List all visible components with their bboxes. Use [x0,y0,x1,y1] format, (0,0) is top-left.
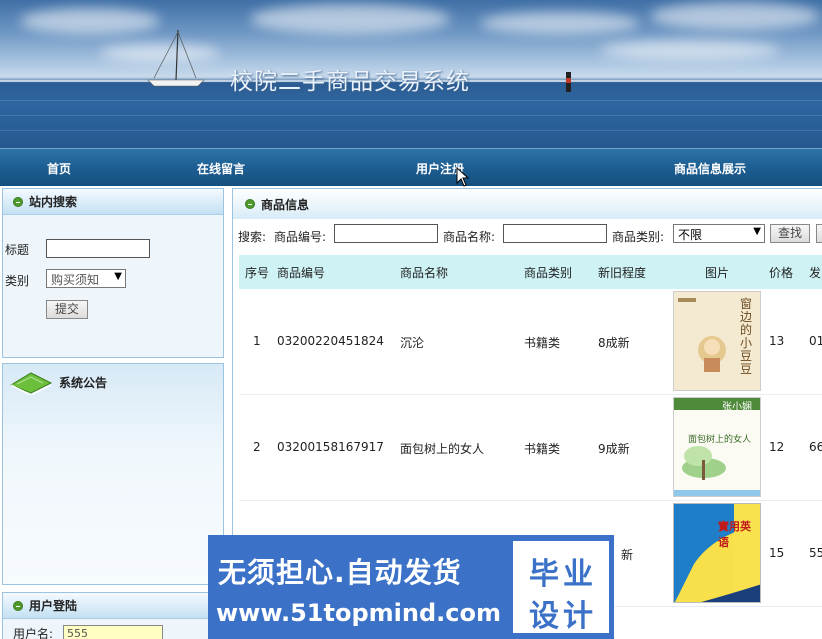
site-title: 校院二手商品交易系统 [230,69,470,95]
main-nav: 首页 在线留言 用户注册 商品信息展示 [0,148,822,186]
category-selected-value: 购买须知 [51,273,100,287]
user-login-header: 用户登陆 [3,593,223,619]
col-condition: 新旧程度 [598,266,647,280]
cell-condition: 8成新 [598,336,630,350]
username-label: 用户名: [13,627,54,639]
cell-index: 1 [253,334,261,348]
name-input[interactable] [503,224,607,243]
table-row[interactable]: 2 03200158167917 面包树上的女人 书籍类 9成新 张小娴 面包树… [239,395,822,501]
product-search-bar: 搜索: 商品编号: 商品名称: 商品类别: 不限 ▼ 查找 [233,221,822,247]
category-label: 类别 [5,274,30,288]
nav-products[interactable]: 商品信息展示 [674,160,746,177]
watermark-url: www.51topmind.com [216,599,501,627]
site-search-panel: 站内搜索 标题 类别 购买须知 ▼ 提交 [2,188,224,358]
cell-category: 书籍类 [524,336,561,350]
buoy [566,72,571,92]
col-name: 商品名称 [400,266,449,280]
cloud [20,8,160,34]
cell-name: 沉沦 [400,336,425,350]
green-bullet-icon [13,600,23,611]
nav-guestbook[interactable]: 在线留言 [197,160,245,177]
cell-extra: 01 [809,334,822,348]
wave [0,100,822,101]
col-code: 商品编号 [277,266,326,280]
cell-condition: 9成新 [598,442,630,456]
cell-code: 03200220451824 [277,334,384,348]
cell-price: 15 [769,546,785,560]
code-label: 商品编号: [274,230,327,244]
cell-index: 2 [253,440,261,454]
watermark-line1: 无须担心.自动发货 [218,556,462,589]
cell-code: 03200158167917 [277,440,384,454]
search-label: 搜索: [238,230,267,244]
product-image[interactable]: 實用英语 [673,503,761,603]
cell-name: 面包树上的女人 [400,442,485,456]
product-category-label: 商品类别: [612,230,665,244]
mouse-cursor-icon [456,167,470,187]
header-banner: 校院二手商品交易系统 [0,0,822,148]
submit-button[interactable]: 提交 [46,300,88,319]
username-input[interactable]: 555 [63,625,163,639]
cloud [250,4,450,34]
title-label: 标题 [5,243,30,257]
cell-condition: 新 [621,548,634,562]
cover-3-title: 實用英语 [718,520,751,549]
table-header: 序号 商品编号 商品名称 商品类别 新旧程度 图片 价格 发 [239,255,822,289]
col-index: 序号 [245,266,270,280]
product-info-header: 商品信息 [233,189,822,219]
watermark-badge: 毕业 设计 [510,538,612,636]
site-search-title: 站内搜索 [29,195,78,209]
product-image[interactable]: 窗边的小豆豆 [673,291,761,391]
system-notice-header: 系统公告 [3,364,223,400]
code-input[interactable] [334,224,438,243]
nav-home[interactable]: 首页 [47,160,71,177]
wave [0,130,822,131]
product-image[interactable]: 张小娴 面包树上的女人 [673,397,761,497]
system-notice-title: 系统公告 [59,375,108,390]
name-label: 商品名称: [443,230,496,244]
product-category-selected: 不限 [678,228,703,242]
green-bullet-icon [13,196,23,207]
wave [0,115,822,116]
table-row[interactable]: 1 03200220451824 沉沦 书籍类 8成新 窗边的小豆豆 13 01 [239,289,822,395]
cover-2-title: 面包树上的女人 [688,435,752,445]
watermark-badge-bottom: 设计 [529,599,597,634]
cloud [480,12,640,34]
find-button[interactable]: 查找 [770,224,810,243]
green-bullet-icon [245,199,255,209]
product-category-select[interactable]: 不限 ▼ [673,224,765,243]
cover-2-author: 张小娴 [722,402,752,413]
system-notice-panel: 系统公告 [2,363,224,585]
col-image: 图片 [705,266,730,280]
cell-extra: 55 [809,546,822,560]
book-icon [9,372,53,395]
col-price: 价格 [769,266,794,280]
col-category: 商品类别 [524,266,573,280]
cell-price: 13 [769,334,785,348]
watermark-banner: 无须担心.自动发货 www.51topmind.com 毕业 设计 [208,535,614,639]
extra-button[interactable] [816,224,822,243]
sailboat-icon [147,29,205,87]
product-info-title: 商品信息 [261,197,310,212]
dropdown-arrow-icon: ▼ [753,226,761,237]
cloud [650,2,820,30]
site-search-header: 站内搜索 [3,189,223,215]
watermark-badge-top: 毕业 [529,557,597,592]
cover-1-title: 窗边的小豆豆 [740,297,753,376]
col-extra: 发 [809,266,822,280]
cell-extra: 66 [809,440,822,454]
category-select[interactable]: 购买须知 ▼ [46,269,126,288]
cloud [600,40,780,60]
title-input[interactable] [46,239,150,258]
dropdown-arrow-icon: ▼ [114,271,122,282]
cell-category: 书籍类 [524,442,561,456]
user-login-panel: 用户登陆 用户名: 555 [2,592,224,639]
cell-price: 12 [769,440,785,454]
user-login-title: 用户登陆 [29,599,78,613]
